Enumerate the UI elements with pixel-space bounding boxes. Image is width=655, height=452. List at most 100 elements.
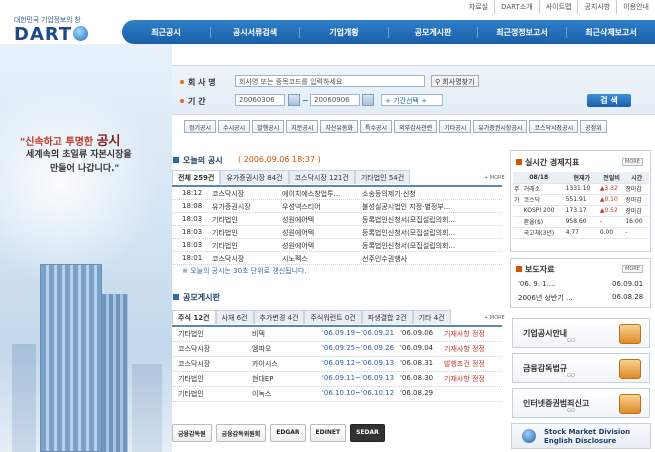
row-time: 18:03	[182, 241, 203, 249]
tab-warrant[interactable]: 주식워런트 0건	[304, 310, 362, 324]
category-button[interactable]: 정기공시	[184, 120, 217, 133]
board-more-link[interactable]: + MORE	[484, 315, 505, 321]
table-row[interactable]: 18:03 기타법인 성원에어텍 등록법인신청서(모집설립의회...	[172, 239, 502, 252]
english-line1: Stock Market Division	[544, 428, 631, 436]
side-link-crime-report[interactable]: 인터넷증권범죄신고 GO	[512, 388, 650, 418]
edinet-logo[interactable]: EDINET	[309, 424, 347, 442]
econ-title: 실시간 경제지표	[516, 157, 579, 168]
table-row[interactable]: 기타법인 현대EP '06.09.11~'06.09.13 '06.08.30 기재사항…	[172, 372, 502, 387]
nav-item[interactable]: 최근삭제보고서	[566, 26, 655, 38]
calendar-icon[interactable]	[288, 94, 300, 106]
today-list: 18:12 코스닥시장 에이치에스창업투... 소송등의제기·신청 18:08 유가증권…	[172, 185, 502, 265]
row-date: '06.09.06	[400, 329, 434, 337]
util-link[interactable]: 자료실	[463, 0, 494, 14]
search-button[interactable]: 검 색	[587, 94, 631, 107]
fsc-logo[interactable]: 금융감독위원회	[215, 424, 267, 442]
row-date: '06.08.31	[400, 359, 434, 367]
econ-price: 958.60	[564, 216, 599, 228]
table-row[interactable]: 18:08 유가증권시장 우성넥스티어 불성실공시법인 지정·별정부...	[172, 200, 502, 213]
row-report: 등록법인신청서(모집설립의회...	[362, 242, 456, 250]
period-select[interactable]: + 기간선택 +	[381, 94, 443, 106]
row-company: 현대EP	[252, 375, 274, 383]
today-title: 오늘의 공시	[173, 155, 223, 166]
category-button[interactable]: 특수공시	[359, 120, 393, 133]
company-search-input[interactable]: 회사명 또는 종목코드를 입력하세요	[235, 75, 425, 87]
sedar-logo[interactable]: SEDAR	[350, 424, 385, 442]
row-market: 코스닥시장	[212, 190, 245, 198]
category-button[interactable]: 수시공시	[218, 120, 251, 133]
category-button[interactable]: 공정위	[580, 120, 607, 133]
nav-item[interactable]: 최근공시	[122, 27, 210, 38]
tab-etc[interactable]: 기타 4건	[412, 310, 451, 324]
tab-change[interactable]: 추가변경 4건	[253, 310, 305, 324]
book-icon	[619, 359, 641, 379]
util-link[interactable]: 이용안내	[616, 0, 655, 14]
row-date: '06.08.29	[400, 389, 434, 397]
category-button[interactable]: 코스닥시장공시	[529, 120, 579, 133]
category-button[interactable]: 유가증권시장공시	[473, 120, 528, 133]
econ-group: 가	[513, 194, 523, 206]
fss-logo[interactable]: 금융감독원	[172, 424, 212, 442]
category-button[interactable]: 외부감사관련	[394, 120, 438, 133]
category-button[interactable]: 발행공시	[252, 120, 285, 133]
category-button[interactable]: 자산유동화	[320, 120, 358, 133]
table-row[interactable]: 코스닥시장 엠파오 '06.09.25~'06.09.26 '06.09.04 기재사항…	[172, 342, 502, 357]
tab-bond[interactable]: 사채 6건	[215, 310, 254, 324]
table-row[interactable]: 기타법인 이녹스 '06.10.10~'06.10.12 '06.08.29	[172, 387, 502, 402]
table-row[interactable]: 코스닥시장 카이시스 '06.09.12~'06.09.13 '06.08.31 발행조…	[172, 357, 502, 372]
company-find-button[interactable]: ⚲ 회사명찾기	[431, 75, 479, 87]
table-row[interactable]: 18:01 코스닥시장 시노펙스 선주인수권행사	[172, 252, 502, 265]
row-company: 엠파오	[252, 345, 272, 353]
row-report: 선주인수권행사	[362, 255, 408, 263]
date-to-input[interactable]: 20060906	[310, 94, 360, 106]
tab-derivative[interactable]: 파생결합 2건	[361, 310, 413, 324]
press-more-button[interactable]: MORE	[622, 265, 643, 273]
tab-kospi[interactable]: 유가증권시장 84건	[220, 170, 289, 184]
side-link-disclosure-guide[interactable]: 기업공시안내 GO	[512, 318, 650, 348]
tab-stock[interactable]: 주식 12건	[172, 310, 216, 324]
today-more-link[interactable]: + MORE	[484, 175, 505, 181]
tab-kosdaq[interactable]: 코스닥시장 121건	[288, 170, 355, 184]
nav-item[interactable]: 최근정정보고서	[477, 26, 566, 38]
nav-item[interactable]: 공모게시판	[388, 26, 477, 38]
english-disclosure-link[interactable]: Stock Market Division English Disclosure	[511, 423, 651, 449]
date-separator: ~	[302, 96, 309, 105]
date-from-input[interactable]: 20060306	[235, 94, 285, 106]
category-button[interactable]: 기타공시	[439, 120, 472, 133]
today-tabs: 전체 259건 유가증권시장 84건 코스닥시장 121건 기타법인 54건	[172, 170, 411, 184]
company-label: 회 사 명	[180, 77, 216, 88]
tab-all[interactable]: 전체 259건	[172, 170, 221, 184]
utility-links: 자료실 DART소개 사이트맵 공지사항 이용안내	[463, 0, 655, 14]
nav-item[interactable]: 공시서류검색	[210, 26, 299, 38]
row-period: '06.10.10~'06.10.12	[322, 389, 395, 397]
calendar-icon[interactable]	[362, 94, 374, 106]
press-item-title[interactable]: 2006년 상반기 ...	[518, 293, 573, 303]
table-row[interactable]: 18:03 기타법인 성원에어텍 등록법인신청서(모집설립의회...	[172, 213, 502, 226]
dart-logo[interactable]: DART	[14, 24, 89, 45]
slogan-line2: 세계속의 초일류 자본시장을	[26, 150, 132, 160]
nav-item[interactable]: 기업개황	[299, 26, 388, 38]
category-button[interactable]: 지분공시	[286, 120, 319, 133]
press-item-title[interactable]: '06. 9. 1....	[518, 280, 556, 288]
row-report: 등록법인신청서(모집설립의회...	[362, 229, 456, 237]
econ-name: 환율($)	[522, 216, 565, 228]
side-link-regulations[interactable]: 금융감독법규 GO	[512, 353, 650, 383]
row-status: 발행조건 정정	[444, 360, 485, 368]
row-status: 기재사항 정정	[444, 330, 485, 338]
econ-price: 4.77	[564, 227, 599, 239]
util-link[interactable]: 공지사항	[577, 0, 616, 14]
table-row[interactable]: 기타법인 비덱 '06.09.19~'06.09.21 '06.09.06 기재사항 정…	[172, 327, 502, 342]
go-label: GO	[567, 338, 575, 344]
util-link[interactable]: 사이트맵	[538, 0, 578, 14]
econ-header: 08/18	[513, 172, 565, 184]
tab-other[interactable]: 기타법인 54건	[354, 170, 411, 184]
edgar-logo[interactable]: EDGAR	[270, 424, 306, 442]
util-link[interactable]: DART소개	[494, 0, 539, 14]
row-time: 18:08	[182, 202, 203, 210]
table-row[interactable]: 18:03 기타법인 성원에어텍 등록법인신청서(모집설립의회...	[172, 226, 502, 239]
phone-icon	[619, 394, 641, 414]
econ-time: 16:00	[624, 216, 649, 228]
econ-more-button[interactable]: MORE	[622, 158, 643, 166]
table-row[interactable]: 18:12 코스닥시장 에이치에스창업투... 소송등의제기·신청	[172, 187, 502, 200]
row-period: '06.09.19~'06.09.21	[322, 329, 395, 337]
